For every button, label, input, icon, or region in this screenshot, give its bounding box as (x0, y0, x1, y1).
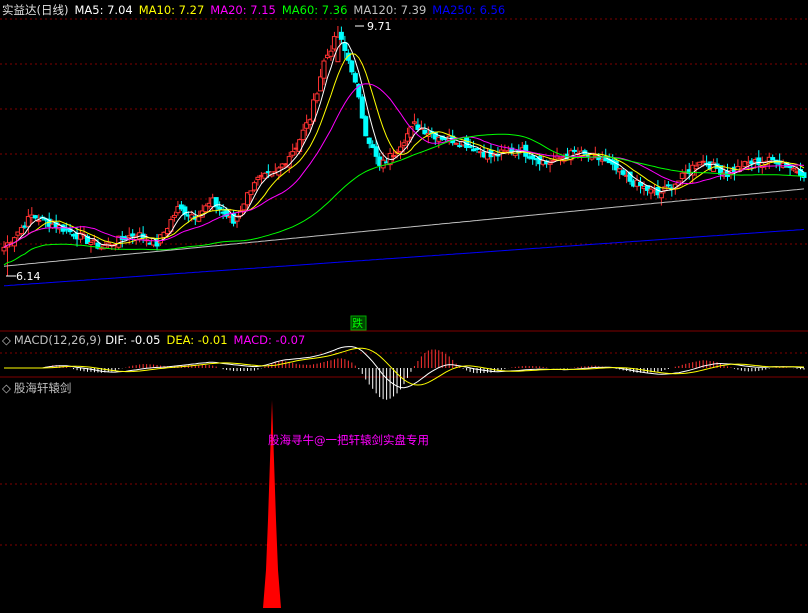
candle-body (262, 172, 268, 179)
signal-label: 跌 (352, 316, 363, 330)
candle-body (342, 42, 348, 51)
candle-body (36, 219, 42, 222)
candle-body (349, 60, 355, 73)
ma-label-5: MA250: 6.56 (432, 3, 506, 17)
ma-label-2: MA20: 7.15 (210, 3, 276, 17)
candle-body (102, 244, 108, 249)
ma20-line (3, 83, 805, 248)
ma120-line (3, 188, 805, 267)
candle-body (457, 145, 463, 148)
candle-body (665, 184, 671, 187)
candle-body (335, 36, 341, 63)
candle-body (411, 121, 417, 124)
candle-body (328, 50, 334, 57)
ma-legend: MA5: 7.04 MA10: 7.27 MA20: 7.15 MA60: 7.36 M… (74, 3, 511, 17)
candle-body (363, 116, 369, 137)
candle-body (25, 216, 31, 227)
candle-body (1, 246, 7, 252)
ma-label-3: MA60: 7.36 (281, 3, 348, 17)
candle-body (366, 137, 372, 144)
candle-body (338, 31, 344, 40)
macd-histogram (45, 349, 805, 400)
macd-dea: DEA: -0.01 (166, 333, 228, 347)
candle-body (171, 214, 177, 218)
candle-body (770, 157, 776, 161)
macd-header: ◇ MACD(12,26,9) DIF: -0.05 DEA: -0.01 MACD: … (2, 332, 311, 348)
candle-body (217, 206, 223, 210)
moving-average-lines (3, 41, 805, 287)
dea-line (4, 347, 805, 386)
candle-body (203, 205, 209, 213)
ma-label-0: MA5: 7.04 (74, 3, 133, 17)
candle-body (391, 155, 397, 158)
indicator-title: 股海轩辕剑 (13, 381, 72, 395)
candle-body (290, 151, 296, 156)
candle-body (248, 190, 254, 196)
candle-body (547, 162, 553, 165)
candle-body (401, 142, 407, 146)
candle-body (380, 159, 386, 169)
candle-body (620, 170, 626, 175)
grid-lines (0, 18, 808, 546)
collapse-icon[interactable]: ◇ (2, 381, 11, 395)
candle-body (658, 192, 664, 199)
candle-body (453, 142, 459, 145)
candle-body (255, 176, 261, 181)
candle-body (474, 148, 480, 151)
candle-body (18, 227, 24, 235)
ma-label-4: MA120: 7.39 (353, 3, 427, 17)
candle-body (352, 73, 358, 83)
indicator-spike (263, 400, 281, 608)
signal-spike (263, 400, 281, 608)
stock-chart: 9.71 6.14 跌 股海寻牛@一把轩辕剑实盘专用 (0, 18, 808, 608)
candle-body (467, 145, 473, 148)
candle-body (571, 149, 577, 152)
candle-body (791, 167, 797, 171)
watermark-text: 股海寻牛@一把轩辕剑实盘专用 (268, 433, 429, 447)
collapse-icon[interactable]: ◇ (2, 333, 11, 347)
candle-body (32, 215, 38, 219)
candle-body (693, 165, 699, 170)
candle-body (314, 93, 320, 102)
candle-body (300, 129, 306, 141)
candle-body (318, 76, 324, 92)
candle-body (679, 172, 685, 179)
candle-body (373, 146, 379, 157)
candle-body (398, 146, 404, 152)
stock-name: 实益达(日线) (2, 3, 69, 17)
ma-label-1: MA10: 7.27 (138, 3, 205, 17)
low-price-label: 6.14 (16, 270, 41, 283)
candle-body (88, 242, 94, 246)
candle-body (700, 160, 706, 163)
candle-body (359, 96, 365, 119)
candle-body (321, 60, 327, 79)
high-price-label: 9.71 (367, 20, 392, 33)
indicator-header: ◇ 股海轩辕剑 (2, 380, 77, 396)
macd-value: MACD: -0.07 (233, 333, 306, 347)
macd-title: MACD(12,26,9) (13, 333, 102, 347)
macd-dif: DIF: -0.05 (105, 333, 161, 347)
main-header: 实益达(日线) MA5: 7.04 MA10: 7.27 MA20: 7.15 MA60… (2, 2, 517, 18)
candle-body (251, 182, 257, 191)
